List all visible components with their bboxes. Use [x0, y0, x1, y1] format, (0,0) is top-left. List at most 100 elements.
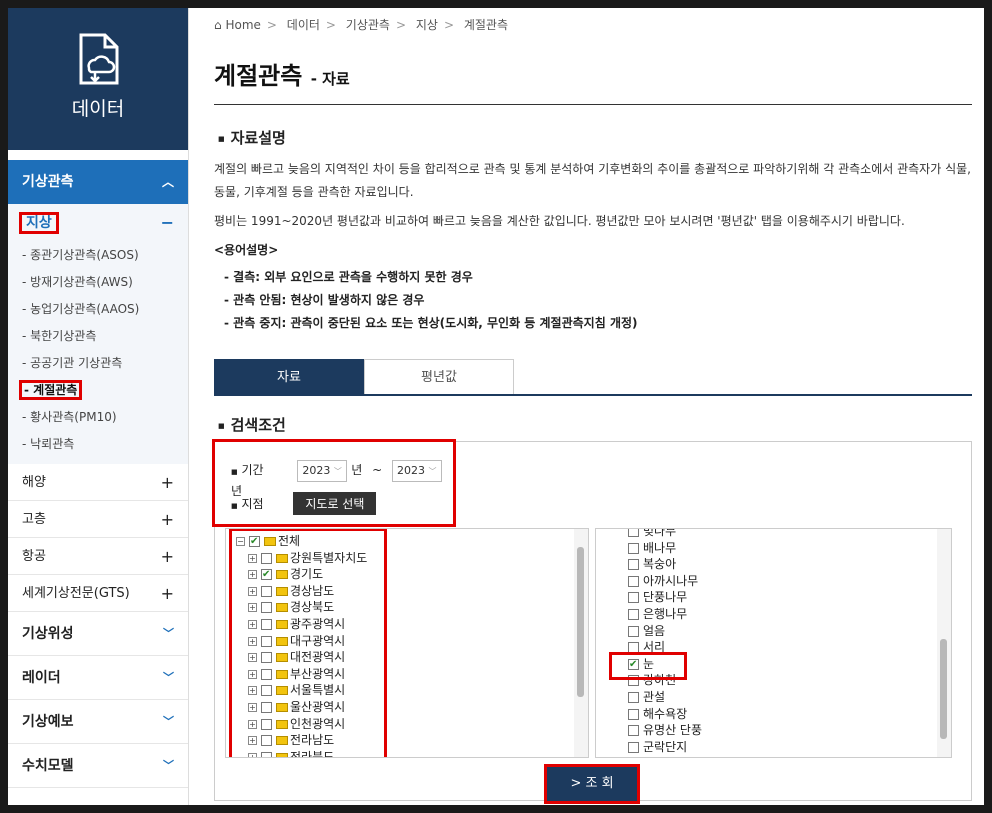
- expand-icon[interactable]: +: [248, 586, 257, 596]
- expand-icon[interactable]: +: [248, 553, 257, 563]
- list-item[interactable]: 복숭아: [628, 556, 702, 573]
- checkbox[interactable]: [261, 552, 272, 564]
- crumb-ground[interactable]: 지상: [416, 18, 438, 32]
- checkbox[interactable]: [261, 635, 272, 647]
- checkbox[interactable]: [261, 701, 272, 713]
- tree-item[interactable]: + 울산광역시: [236, 699, 367, 716]
- expand-icon[interactable]: +: [248, 619, 257, 629]
- checkbox[interactable]: [628, 608, 639, 620]
- tab-data[interactable]: 자료: [214, 359, 364, 394]
- tab-normal[interactable]: 평년값: [364, 359, 514, 394]
- sidebar-row-aviation[interactable]: 항공 +: [8, 538, 188, 575]
- chevron-down-icon: ﹀: [163, 759, 174, 772]
- sidebar-big-model[interactable]: 수치모델 ﹀: [8, 744, 188, 788]
- sidebar-link-lightning[interactable]: - 낙뢰관측: [8, 431, 188, 464]
- checkbox[interactable]: [628, 575, 639, 587]
- search-go-button[interactable]: > 조 회: [544, 764, 640, 804]
- expand-icon[interactable]: +: [248, 702, 257, 712]
- sidebar-link-aws[interactable]: - 방재기상관측(AWS): [8, 269, 188, 296]
- crumb-seasonal[interactable]: 계절관측: [464, 18, 508, 32]
- sidebar-big-radar[interactable]: 레이더 ﹀: [8, 656, 188, 700]
- checkbox[interactable]: [628, 529, 639, 537]
- list-item[interactable]: 배나무: [628, 540, 702, 557]
- tree-item-label: 전체: [278, 534, 301, 548]
- tree-scrollbar[interactable]: [574, 529, 588, 757]
- list-item[interactable]: 서리: [628, 639, 702, 656]
- sidebar-link-public[interactable]: - 공공기관 기상관측: [8, 350, 188, 377]
- checkbox[interactable]: [628, 542, 639, 554]
- search-box: ■ 기간 2023 ﹀ 년 ~ 2023 ﹀ 년 ■ 지점 지도로 선택 − 전체…: [212, 439, 972, 804]
- tree-item[interactable]: + 강원특별자치도: [236, 550, 367, 567]
- sidebar-row-gts[interactable]: 세계기상전문(GTS) +: [8, 575, 188, 612]
- sidebar-sub-ground[interactable]: 지상 −: [8, 204, 188, 242]
- tree-item[interactable]: + 서울특별시: [236, 682, 367, 699]
- expand-icon[interactable]: +: [248, 719, 257, 729]
- checkbox[interactable]: [261, 652, 272, 664]
- checkbox[interactable]: [261, 585, 272, 597]
- sidebar-row-ocean[interactable]: 해양 +: [8, 464, 188, 501]
- checkbox[interactable]: [628, 708, 639, 720]
- list-item[interactable]: 해수욕장: [628, 706, 702, 723]
- list-item[interactable]: 아까시나무: [628, 573, 702, 590]
- sidebar-category-observation[interactable]: 기상관측 ︿: [8, 160, 188, 204]
- list-item[interactable]: 관설: [628, 689, 702, 706]
- expand-icon[interactable]: +: [248, 653, 257, 663]
- crumb-data[interactable]: 데이터: [287, 18, 320, 32]
- sidebar-row-upper[interactable]: 고층 +: [8, 501, 188, 538]
- expand-icon[interactable]: +: [248, 686, 257, 696]
- checkbox[interactable]: [249, 534, 260, 551]
- expand-icon[interactable]: +: [248, 669, 257, 679]
- checkbox[interactable]: [261, 602, 272, 614]
- checkbox[interactable]: [261, 718, 272, 730]
- list-item[interactable]: 군락단지: [628, 739, 702, 756]
- list-item[interactable]: 얼음: [628, 623, 702, 640]
- tree-item[interactable]: + 대구광역시: [236, 633, 367, 650]
- tree-item[interactable]: + 대전광역시: [236, 649, 367, 666]
- sidebar-link-asos[interactable]: - 종관기상관측(ASOS): [8, 242, 188, 269]
- tree-item[interactable]: + 경상남도: [236, 583, 367, 600]
- tree-item[interactable]: + 전라남도: [236, 732, 367, 749]
- checkbox[interactable]: [628, 691, 639, 703]
- checkbox[interactable]: [628, 559, 639, 571]
- checkbox[interactable]: [628, 642, 639, 654]
- list-item[interactable]: 단풍나무: [628, 589, 702, 606]
- sidebar-big-forecast[interactable]: 기상예보 ﹀: [8, 700, 188, 744]
- expand-icon[interactable]: +: [248, 570, 257, 580]
- checkbox[interactable]: [261, 567, 272, 584]
- tree-item[interactable]: + 부산광역시: [236, 666, 367, 683]
- expand-icon[interactable]: −: [236, 537, 245, 546]
- year-from-select[interactable]: 2023 ﹀: [297, 460, 348, 482]
- checkbox[interactable]: [628, 725, 639, 737]
- tree-item[interactable]: − 전체: [236, 533, 367, 551]
- tree-item[interactable]: + 인천광역시: [236, 716, 367, 733]
- checkbox[interactable]: [261, 668, 272, 680]
- checkbox[interactable]: [261, 751, 272, 757]
- checkbox[interactable]: [628, 592, 639, 604]
- sidebar-link-seasonal[interactable]: - 계절관측: [8, 377, 188, 404]
- tree-item[interactable]: + 전라북도: [236, 749, 367, 757]
- checkbox[interactable]: [261, 735, 272, 747]
- expand-icon[interactable]: +: [248, 752, 257, 757]
- tree-item[interactable]: + 광주광역시: [236, 616, 367, 633]
- list-item[interactable]: 유명산 단풍: [628, 722, 702, 739]
- list-item[interactable]: 벚나무: [628, 529, 702, 540]
- expand-icon[interactable]: +: [248, 603, 257, 613]
- list-item[interactable]: 은행나무: [628, 606, 702, 623]
- map-select-button[interactable]: 지도로 선택: [293, 492, 377, 515]
- checkbox[interactable]: [261, 685, 272, 697]
- crumb-observation[interactable]: 기상관측: [346, 18, 390, 32]
- sidebar-link-north[interactable]: - 북한기상관측: [8, 323, 188, 350]
- sidebar-link-dust[interactable]: - 황사관측(PM10): [8, 404, 188, 431]
- tree-item[interactable]: + 경상북도: [236, 599, 367, 616]
- item-scrollbar[interactable]: [937, 529, 951, 757]
- crumb-home[interactable]: Home: [225, 18, 260, 32]
- sidebar-link-aaos[interactable]: - 농업기상관측(AAOS): [8, 296, 188, 323]
- checkbox[interactable]: [628, 625, 639, 637]
- checkbox[interactable]: [628, 741, 639, 753]
- year-to-select[interactable]: 2023 ﹀: [391, 460, 442, 482]
- checkbox[interactable]: [261, 618, 272, 630]
- tree-item[interactable]: + 경기도: [236, 566, 367, 584]
- expand-icon[interactable]: +: [248, 636, 257, 646]
- expand-icon[interactable]: +: [248, 736, 257, 746]
- sidebar-big-satellite[interactable]: 기상위성 ﹀: [8, 612, 188, 656]
